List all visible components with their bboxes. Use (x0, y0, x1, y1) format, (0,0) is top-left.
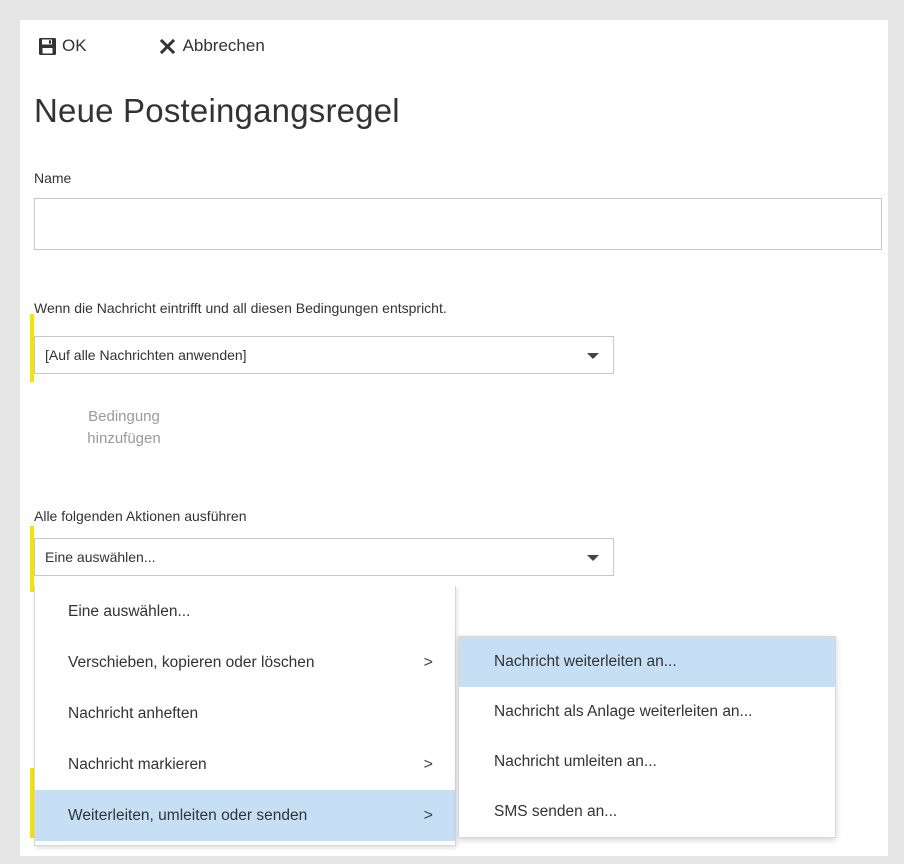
page-title: Neue Posteingangsregel (34, 92, 400, 129)
chevron-right-icon: > (423, 653, 433, 671)
add-condition-label-line2: hinzufügen (87, 430, 161, 447)
chevron-right-icon: > (423, 755, 433, 773)
add-condition-label-line1: Bedingung (88, 408, 160, 425)
chevron-right-icon: > (423, 806, 433, 824)
rule-editor-panel: OK Abbrechen Neue Posteingangsregel Name… (20, 20, 888, 856)
menu-item-label: Nachricht anheften (68, 704, 199, 722)
save-icon (38, 37, 56, 55)
conditions-label: Wenn die Nachricht eintrifft und all die… (34, 300, 447, 316)
name-input[interactable] (34, 198, 882, 250)
conditions-dropdown-value: [Auf alle Nachrichten anwenden] (45, 347, 247, 363)
chevron-down-icon (587, 555, 599, 561)
submenu-item[interactable]: Nachricht als Anlage weiterleiten an... (459, 687, 835, 737)
cancel-button[interactable]: Abbrechen (159, 36, 265, 56)
submenu-item-label: Nachricht als Anlage weiterleiten an... (494, 703, 753, 720)
submenu-item-label: Nachricht umleiten an... (494, 753, 657, 770)
menu-item-label: Weiterleiten, umleiten oder senden (68, 806, 308, 824)
action-menu: Eine auswählen... Verschieben, kopieren … (34, 586, 456, 846)
action-menu-item[interactable]: Nachricht anheften (35, 688, 455, 739)
menu-item-label: Nachricht markieren (68, 755, 207, 773)
cancel-label: Abbrechen (182, 36, 265, 55)
submenu-item[interactable]: Nachricht umleiten an... (459, 737, 835, 787)
add-condition-button[interactable]: Bedingung hinzufügen (74, 406, 174, 450)
name-label: Name (34, 170, 72, 186)
menu-item-label: Verschieben, kopieren oder löschen (68, 653, 315, 671)
conditions-dropdown[interactable]: [Auf alle Nachrichten anwenden] (34, 336, 614, 374)
submenu-item-selected[interactable]: Nachricht weiterleiten an... (459, 637, 835, 687)
underlying-content (34, 846, 264, 856)
toolbar: OK Abbrechen (38, 34, 265, 58)
submenu-item-label: Nachricht weiterleiten an... (494, 653, 677, 670)
action-menu-item-selected[interactable]: Weiterleiten, umleiten oder senden > (35, 790, 455, 841)
ok-button[interactable]: OK (38, 36, 87, 56)
submenu-item-label: SMS senden an... (494, 803, 618, 820)
submenu-item[interactable]: SMS senden an... (459, 787, 835, 837)
action-menu-item[interactable]: Nachricht markieren > (35, 739, 455, 790)
actions-dropdown[interactable]: Eine auswählen... (34, 538, 614, 576)
action-menu-item[interactable]: Verschieben, kopieren oder löschen > (35, 637, 455, 688)
actions-label: Alle folgenden Aktionen ausführen (34, 508, 247, 524)
forward-submenu: Nachricht weiterleiten an... Nachricht a… (458, 636, 836, 838)
ok-label: OK (62, 36, 87, 55)
close-icon (159, 37, 177, 55)
action-menu-item[interactable]: Eine auswählen... (35, 586, 455, 637)
menu-item-label: Eine auswählen... (68, 602, 191, 620)
chevron-down-icon (587, 353, 599, 359)
actions-dropdown-value: Eine auswählen... (45, 549, 156, 565)
